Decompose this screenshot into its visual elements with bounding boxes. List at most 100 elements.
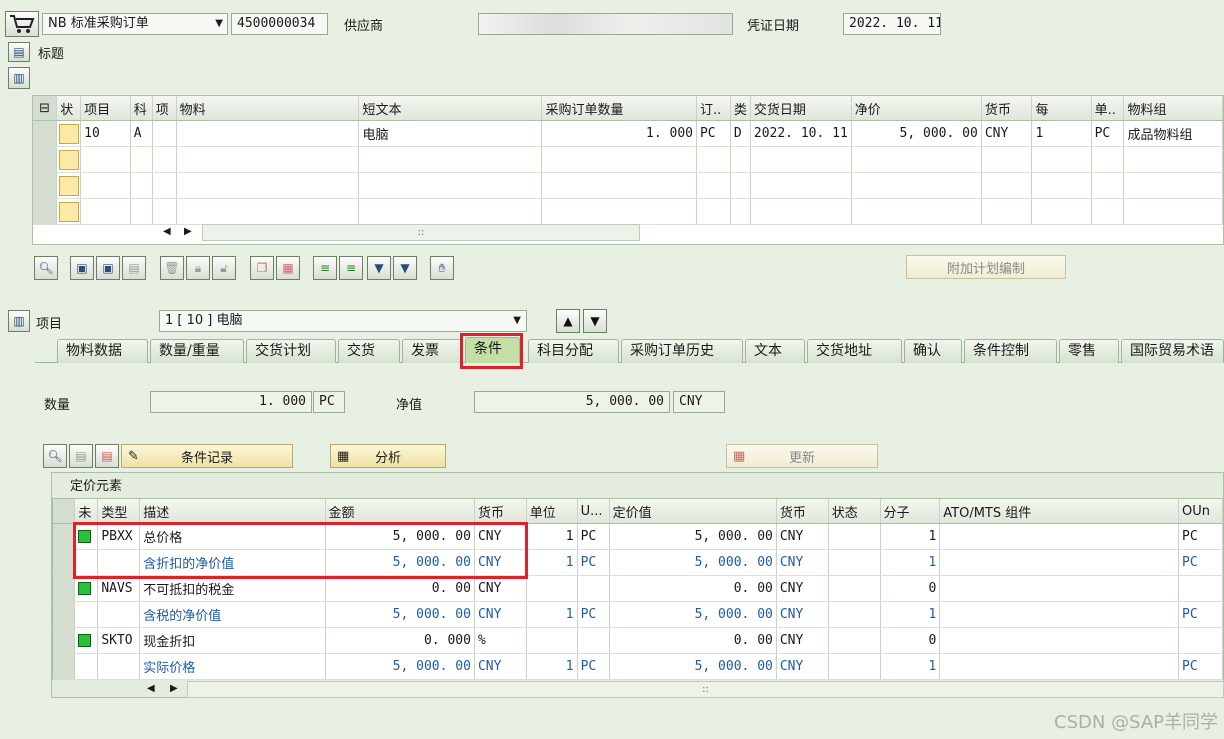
pricing-vcurr-cell[interactable]: CNY bbox=[776, 627, 829, 654]
doc-date-field[interactable]: 2022. 10. 11 bbox=[843, 13, 941, 35]
col-per[interactable]: 单位 bbox=[526, 499, 578, 524]
subtotal-icon[interactable]: ▼ bbox=[393, 256, 417, 280]
doc-type-select[interactable]: NB 标准采购订单 ▼ bbox=[42, 13, 228, 35]
tab-delivery-schedule[interactable]: 交货计划 bbox=[246, 339, 336, 363]
quantity-unit-field[interactable]: PC bbox=[313, 391, 345, 413]
pricing-status-cell[interactable] bbox=[828, 575, 881, 602]
pricing-amount-cell[interactable]: 5, 000. 00 bbox=[325, 601, 475, 628]
pricing-status-cell[interactable] bbox=[828, 601, 881, 628]
col-status[interactable]: 状 bbox=[56, 96, 82, 121]
pricing-per-cell[interactable]: 1 bbox=[526, 653, 578, 680]
col-per[interactable]: 每 bbox=[1031, 96, 1092, 121]
pricing-curr-cell[interactable]: CNY bbox=[474, 653, 527, 680]
chevron-down-icon[interactable]: ▼ bbox=[215, 14, 223, 34]
pricing-per-cell[interactable]: 1 bbox=[526, 601, 578, 628]
pricing-status-cell[interactable] bbox=[828, 549, 881, 576]
dtype-cell[interactable]: D bbox=[730, 120, 751, 147]
col-price[interactable]: 净价 bbox=[851, 96, 982, 121]
next-item-icon[interactable]: ▼ bbox=[583, 309, 607, 333]
pricing-uom-cell[interactable] bbox=[577, 575, 610, 602]
lock-icon[interactable]: 🔒︎ bbox=[186, 256, 210, 280]
items-hscrollbar[interactable]: :: bbox=[202, 224, 640, 241]
pricing-hscrollbar[interactable]: :: bbox=[187, 681, 1224, 698]
pricing-row[interactable]: NAVS 不可抵扣的税金 0. 00 CNY 0. 00 CNY 0 bbox=[53, 575, 1223, 602]
tab-texts[interactable]: 文本 bbox=[745, 339, 805, 363]
analysis-button[interactable]: ▦ 分析 bbox=[330, 444, 446, 468]
pricing-value-cell[interactable]: 5, 000. 00 bbox=[609, 653, 777, 680]
pricing-numer-cell[interactable]: 1 bbox=[880, 601, 941, 628]
short-text-cell[interactable]: 电脑 bbox=[358, 120, 543, 147]
col-delivery[interactable]: 交货日期 bbox=[750, 96, 852, 121]
pricing-value-cell[interactable]: 0. 00 bbox=[609, 575, 777, 602]
pricing-ato-cell[interactable] bbox=[939, 549, 1180, 576]
pricing-oun-cell[interactable]: PC bbox=[1178, 523, 1223, 550]
pricing-oun-cell[interactable]: PC bbox=[1178, 601, 1223, 628]
col-inactive[interactable]: 未 bbox=[74, 499, 99, 524]
col-dtype[interactable]: 类 bbox=[730, 96, 751, 121]
col-type[interactable]: 类型 bbox=[97, 499, 141, 524]
table-row[interactable] bbox=[33, 146, 1223, 173]
cart-icon[interactable] bbox=[5, 11, 39, 37]
pricing-oun-cell[interactable]: PC bbox=[1178, 549, 1223, 576]
table-settings-icon[interactable]: ▦ bbox=[276, 256, 300, 280]
acct-cell[interactable]: A bbox=[130, 120, 153, 147]
tab-condition-control[interactable]: 条件控制 bbox=[964, 339, 1057, 363]
pricing-numer-cell[interactable]: 0 bbox=[880, 627, 941, 654]
material-cell[interactable] bbox=[176, 120, 360, 147]
delivery-cell[interactable]: 2022. 10. 11 bbox=[750, 120, 852, 147]
pricing-ato-cell[interactable] bbox=[939, 523, 1180, 550]
pricing-oun-cell[interactable] bbox=[1178, 627, 1223, 654]
pricing-desc-cell[interactable]: 现金折扣 bbox=[139, 627, 326, 654]
pricing-uom-cell[interactable]: PC bbox=[577, 601, 610, 628]
pricing-ato-cell[interactable] bbox=[939, 601, 1180, 628]
pricing-value-cell[interactable]: 5, 000. 00 bbox=[609, 601, 777, 628]
col-short-text[interactable]: 短文本 bbox=[358, 96, 543, 121]
row-selector[interactable] bbox=[53, 627, 76, 654]
doc-icon[interactable]: ▤ bbox=[122, 256, 146, 280]
per-cell[interactable]: 1 bbox=[1031, 120, 1092, 147]
pricing-uom-cell[interactable] bbox=[577, 627, 610, 654]
item-detail-icon[interactable]: ▥ bbox=[8, 310, 30, 332]
cond-details-icon[interactable]: 🔍︎ bbox=[43, 444, 67, 468]
price-cell[interactable]: 5, 000. 00 bbox=[851, 120, 982, 147]
filter-icon[interactable]: ▼ bbox=[367, 256, 391, 280]
row-selector[interactable] bbox=[53, 575, 76, 602]
insert-row-icon[interactable]: ▤ bbox=[69, 444, 93, 468]
pricing-per-cell[interactable] bbox=[526, 575, 578, 602]
pricing-inactive-cell[interactable] bbox=[74, 627, 99, 654]
pricing-vcurr-cell[interactable]: CNY bbox=[776, 601, 829, 628]
pricing-type-cell[interactable] bbox=[97, 601, 141, 628]
pricing-numer-cell[interactable]: 1 bbox=[880, 653, 941, 680]
mat-group-cell[interactable]: 成品物料组 bbox=[1123, 120, 1223, 147]
pricing-vcurr-cell[interactable]: CNY bbox=[776, 575, 829, 602]
col-uom[interactable]: 订.. bbox=[696, 96, 731, 121]
hand-icon[interactable]: ✋︎ bbox=[430, 256, 454, 280]
col-amount[interactable]: 金额 bbox=[325, 499, 475, 524]
col-qty[interactable]: 采购订单数量 bbox=[541, 96, 697, 121]
pricing-numer-cell[interactable]: 0 bbox=[880, 575, 941, 602]
tab-invoice[interactable]: 发票 bbox=[402, 339, 462, 363]
tab-incoterms[interactable]: 国际贸易术语 bbox=[1121, 339, 1224, 363]
row-selector[interactable] bbox=[33, 120, 58, 147]
items-collapse-icon[interactable]: ▥ bbox=[8, 67, 30, 89]
row-selector[interactable] bbox=[53, 549, 76, 576]
col-cat[interactable]: 项 bbox=[152, 96, 177, 121]
pricing-inactive-cell[interactable] bbox=[74, 575, 99, 602]
tab-material-data[interactable]: 物料数据 bbox=[57, 339, 148, 363]
vendor-field[interactable] bbox=[478, 13, 733, 35]
scroll-left-icon[interactable]: ◀ bbox=[163, 226, 171, 237]
pricing-value-cell[interactable]: 5, 000. 00 bbox=[609, 523, 777, 550]
delete-icon[interactable]: 🗑︎ bbox=[160, 256, 184, 280]
pricing-inactive-cell[interactable] bbox=[74, 601, 99, 628]
pricing-scroll-left-icon[interactable]: ◀ bbox=[147, 683, 155, 694]
pricing-row[interactable]: 含税的净价值 5, 000. 00 CNY 1 PC 5, 000. 00 CNY 1 PC bbox=[53, 601, 1223, 628]
pricing-amount-cell[interactable]: 0. 000 bbox=[325, 627, 475, 654]
col-condition-value[interactable]: 定价值 bbox=[609, 499, 777, 524]
pricing-per-cell[interactable]: 1 bbox=[526, 523, 578, 550]
tab-po-history[interactable]: 采购订单历史 bbox=[621, 339, 743, 363]
net-currency-field[interactable]: CNY bbox=[673, 391, 725, 413]
pricing-row[interactable]: 实际价格 5, 000. 00 CNY 1 PC 5, 000. 00 CNY 1 PC bbox=[53, 653, 1223, 680]
pricing-scroll-right-icon[interactable]: ▶ bbox=[170, 683, 178, 694]
col-value-currency[interactable]: 货币 bbox=[776, 499, 829, 524]
col-mat-group[interactable]: 物料组 bbox=[1123, 96, 1223, 121]
